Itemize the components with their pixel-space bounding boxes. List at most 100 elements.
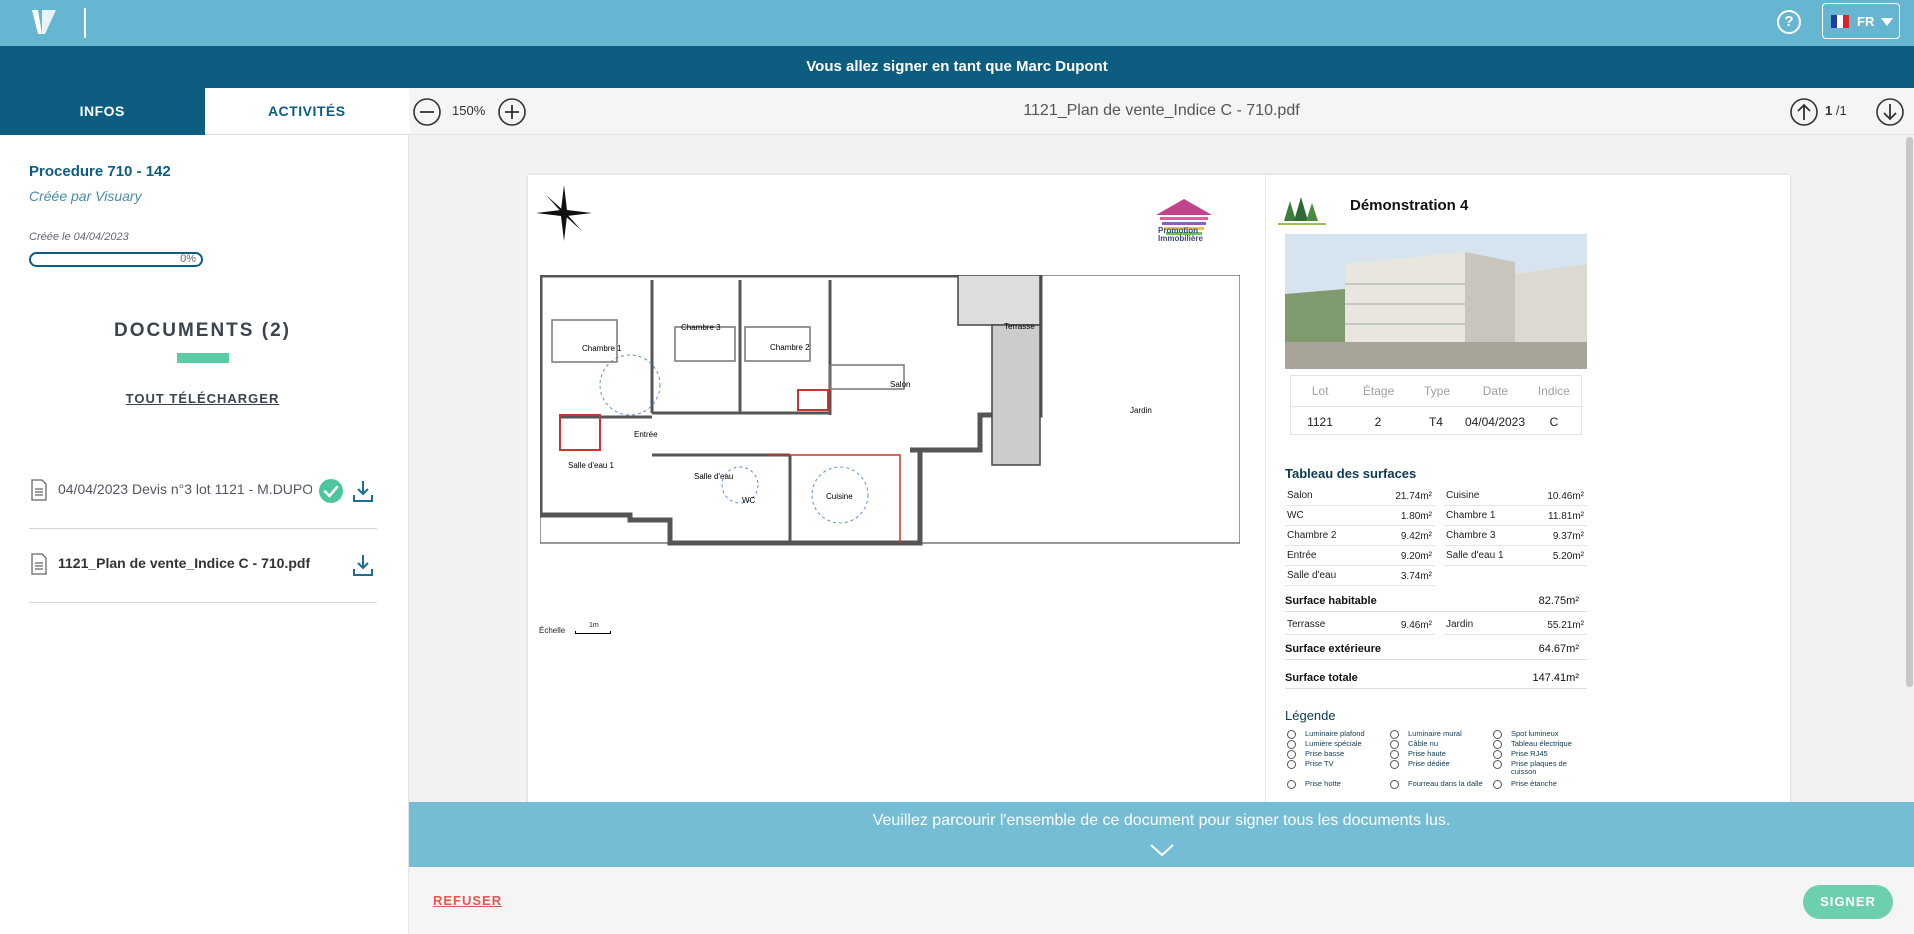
document-row[interactable]: 1121_Plan de vente_Indice C - 710.pdf (29, 529, 377, 603)
download-icon[interactable] (352, 553, 374, 577)
document-name: 1121_Plan de vente_Indice C - 710.pdf (58, 555, 311, 571)
surface-name: Chambre 3 (1446, 530, 1496, 541)
room-label: Salle d'eau (694, 472, 733, 481)
surface-row: WC 1.80m² (1285, 506, 1435, 526)
surface-row: Cuisine 10.46m² (1444, 486, 1587, 506)
app-logo[interactable] (30, 6, 58, 38)
surface-habitable-value: 82.75m² (1538, 595, 1579, 607)
scale-bar-label: 1m (589, 622, 599, 629)
legend-symbol-icon (1287, 730, 1296, 739)
surface-name: Salon (1287, 490, 1313, 501)
signer-banner: Vous allez signer en tant que Marc Dupon… (0, 46, 1914, 88)
tab-activities[interactable]: ACTIVITÉS (204, 88, 409, 135)
legend-symbol-icon (1493, 740, 1502, 749)
legend-item: Luminaire mural (1388, 730, 1488, 739)
document-row[interactable]: 04/04/2023 Devis n°3 lot 1121 - M.DUPONT (29, 455, 377, 529)
surface-habitable-label: Surface habitable (1285, 595, 1377, 607)
surface-row: Salle d'eau 3.74m² (1285, 566, 1435, 586)
legend-item: Luminaire plafond (1285, 730, 1385, 739)
project-title: Démonstration 4 (1350, 197, 1469, 214)
arrow-up-icon[interactable] (1789, 97, 1819, 127)
surface-totale-label: Surface totale (1285, 672, 1358, 684)
building-rendering-image (1285, 234, 1587, 369)
scroll-to-read-notice[interactable]: Veuillez parcourir l'ensemble de ce docu… (409, 802, 1914, 867)
lot-value-row: 1121 2 T4 04/04/2023 C (1291, 406, 1583, 436)
lot-value: 1121 (1307, 415, 1333, 429)
download-icon[interactable] (352, 479, 374, 503)
scale-label: Échelle (539, 626, 566, 635)
page-column-divider (1265, 175, 1266, 802)
document-viewer[interactable]: Promotion Immobilière Chambre 1 Chambre … (409, 135, 1914, 802)
legend-label: Câble nu (1408, 739, 1439, 748)
legend-label: Prise plaques de cuisson (1511, 759, 1567, 776)
pdf-page: Promotion Immobilière Chambre 1 Chambre … (528, 175, 1790, 802)
legend-symbol-icon (1287, 780, 1296, 789)
surface-row: Entrée 9.20m² (1285, 546, 1435, 566)
project-trees-logo (1278, 197, 1326, 225)
legend-symbol-icon (1493, 750, 1502, 759)
exterior-surface-row: Jardin 55.21m² (1444, 615, 1587, 635)
procedure-title: Procedure 710 - 142 (29, 163, 171, 180)
lot-value: C (1549, 415, 1559, 429)
surface-value: 3.74m² (1400, 571, 1432, 582)
documents-title-underline (177, 353, 229, 363)
surface-value: 9.20m² (1400, 551, 1432, 562)
tab-infos[interactable]: INFOS (0, 88, 205, 135)
room-label: Cuisine (826, 492, 853, 501)
file-icon (31, 479, 47, 501)
surface-name: Salle d'eau 1 (1446, 550, 1504, 561)
surface-value: 21.74m² (1395, 491, 1432, 502)
lot-value: 2 (1374, 415, 1382, 429)
surface-value: 11.81m² (1548, 511, 1584, 522)
file-icon (31, 553, 47, 575)
surface-name: Chambre 2 (1287, 530, 1337, 541)
language-selector[interactable]: FR (1822, 3, 1900, 39)
viewer-toolbar: 150% 1121_Plan de vente_Indice C - 710.p… (409, 88, 1914, 135)
logo-divider (84, 8, 86, 38)
legend-item: Prise dédiée (1388, 760, 1488, 769)
sign-button[interactable]: SIGNER (1803, 885, 1893, 919)
legend-symbol-icon (1287, 760, 1296, 769)
arrow-down-icon[interactable] (1875, 97, 1905, 127)
panel-tabs: INFOS ACTIVITÉS (0, 88, 409, 135)
legend-item: Spot lumineux (1491, 729, 1591, 739)
promotion-logo-text: Promotion Immobilière (1158, 227, 1203, 243)
room-label: Salle d'eau 1 (568, 461, 615, 470)
download-all-link[interactable]: TOUT TÉLÉCHARGER (0, 391, 405, 406)
viewer-scrollbar[interactable] (1906, 137, 1913, 687)
surface-value: 5.20m² (1552, 551, 1584, 562)
total-pages: /1 (1835, 103, 1847, 118)
progress-label: 0% (180, 253, 196, 265)
lot-info-table: Lot Étage Type Date Indice 1121 2 T4 04/… (1290, 375, 1583, 436)
lot-header-row: Lot Étage Type Date Indice (1291, 376, 1583, 406)
surfaces-title: Tableau des surfaces (1285, 466, 1417, 481)
legend-symbol-icon (1390, 750, 1399, 759)
surface-value: 9.46m² (1400, 620, 1432, 631)
legend-item: Tableau électrique (1491, 740, 1591, 749)
chevron-down-icon[interactable] (1149, 842, 1175, 858)
left-panel: INFOS ACTIVITÉS Procedure 710 - 142 Créé… (0, 88, 409, 934)
lot-header: Étage (1362, 384, 1395, 398)
current-page: 1 (1825, 103, 1833, 118)
legend-symbol-icon (1493, 760, 1502, 769)
help-button[interactable]: ? (1777, 10, 1801, 34)
room-label: Chambre 2 (770, 343, 810, 352)
legend-symbol-icon (1390, 780, 1399, 789)
compass-rose-icon (536, 185, 592, 241)
surface-name: Chambre 1 (1446, 510, 1496, 521)
refuse-button[interactable]: REFUSER (433, 893, 502, 908)
surface-name: Cuisine (1446, 490, 1480, 501)
legend-item: Prise haute (1388, 749, 1488, 759)
signed-check-icon (319, 479, 343, 503)
room-label: Chambre 3 (681, 323, 721, 332)
scroll-notice-text: Veuillez parcourir l'ensemble de ce docu… (872, 812, 1451, 829)
lot-value: T4 (1428, 415, 1443, 429)
room-label: WC (742, 496, 756, 505)
action-bar: REFUSER SIGNER (409, 867, 1914, 934)
legend-label: Lumière spéciale (1305, 739, 1362, 748)
legend-label: Spot lumineux (1511, 729, 1559, 738)
legend-title: Légende (1285, 708, 1336, 723)
legend-item: Lumière spéciale (1285, 739, 1385, 749)
room-label: Terrasse (1004, 322, 1035, 331)
legend-label: Prise haute (1408, 749, 1446, 758)
